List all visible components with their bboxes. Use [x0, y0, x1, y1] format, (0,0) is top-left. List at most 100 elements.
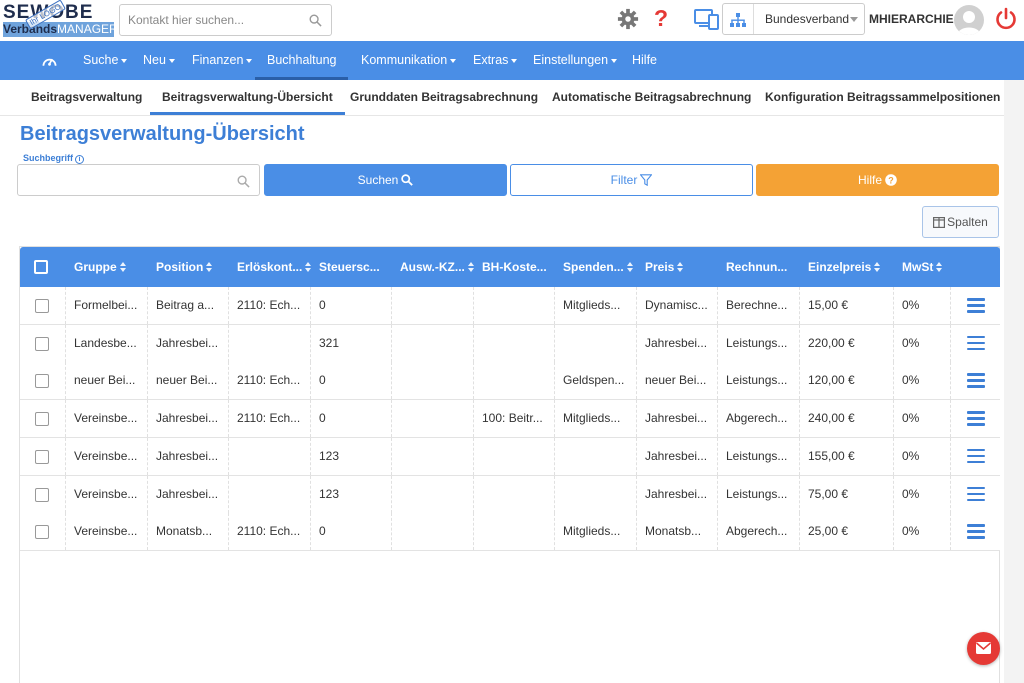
column-divider — [950, 437, 951, 475]
row-menu-icon[interactable] — [967, 486, 985, 502]
organization-select[interactable]: Bundesverband — [722, 3, 865, 35]
nav-neu[interactable]: Neu — [143, 41, 175, 80]
search-icon[interactable] — [309, 14, 322, 27]
message-button[interactable] — [967, 632, 1000, 665]
row-checkbox[interactable] — [35, 412, 49, 427]
devices-icon[interactable] — [694, 8, 720, 30]
search-term-input[interactable] — [18, 165, 228, 195]
column-divider — [310, 287, 311, 324]
search-term-field[interactable] — [17, 164, 260, 196]
column-divider — [636, 287, 637, 324]
column-divider — [147, 400, 148, 438]
column-divider — [473, 324, 474, 362]
column-divider — [893, 287, 894, 324]
table-row[interactable]: neuer Bei... neuer Bei... 2110: Ech... 0 Gel… — [20, 362, 1000, 401]
column-header-bh-kostenstelle[interactable]: BH-Koste... — [482, 247, 547, 287]
column-divider — [554, 437, 555, 475]
nav-buchhaltung[interactable]: Buchhaltung — [255, 41, 348, 80]
cell-bh-kostenstelle: 100: Beitr... — [482, 411, 543, 426]
tab-beitragsverwaltung-uebersicht[interactable]: Beitragsverwaltung-Übersicht — [150, 80, 345, 115]
column-divider — [391, 437, 392, 475]
columns-button[interactable]: Spalten — [922, 206, 999, 238]
tab-grunddaten-beitragsabrechnung[interactable]: Grunddaten Beitragsabrechnung — [350, 80, 538, 115]
tab-beitragsverwaltung[interactable]: Beitragsverwaltung — [31, 80, 142, 115]
column-header-spenden[interactable]: Spenden... — [563, 247, 634, 287]
scrollbar-track[interactable] — [1004, 80, 1024, 683]
cell-preis: Dynamisc... — [645, 298, 708, 312]
table-row[interactable]: Formelbei... Beitrag a... 2110: Ech... 0 Mit… — [20, 287, 1000, 325]
fees-table: Gruppe Position Erlöskont... Steuersc...… — [19, 246, 1000, 683]
power-icon[interactable] — [994, 7, 1018, 31]
row-menu-icon[interactable] — [967, 298, 985, 313]
column-divider — [717, 287, 718, 324]
row-menu-icon[interactable] — [967, 524, 985, 539]
filter-button[interactable]: Filter — [510, 164, 753, 196]
nav-extras[interactable]: Extras — [473, 41, 518, 80]
row-menu-icon[interactable] — [967, 335, 985, 351]
column-divider — [65, 324, 66, 362]
column-divider — [228, 287, 229, 324]
sewobe-logo[interactable]: SEWOBE VerbandsMANAGER Ihr LOGO — [3, 0, 118, 37]
column-divider — [799, 437, 800, 475]
column-header-gruppe[interactable]: Gruppe — [74, 247, 127, 287]
column-header-position[interactable]: Position — [156, 247, 213, 287]
column-header-einzelpreis[interactable]: Einzelpreis — [808, 247, 881, 287]
nav-hilfe[interactable]: Hilfe — [632, 41, 657, 80]
column-header-ausw-kz[interactable]: Ausw.-KZ... — [400, 247, 475, 287]
cell-preis: Jahresbei... — [645, 486, 708, 501]
column-divider — [636, 362, 637, 400]
table-header: Gruppe Position Erlöskont... Steuersc...… — [20, 247, 1000, 287]
column-divider — [636, 513, 637, 551]
dashboard-icon[interactable] — [42, 54, 57, 68]
username[interactable]: MHIERARCHIE — [869, 12, 954, 26]
cell-mwst: 0% — [902, 411, 920, 426]
row-checkbox[interactable] — [35, 299, 49, 313]
gear-icon[interactable] — [617, 8, 639, 30]
row-menu-icon[interactable] — [967, 373, 985, 388]
table-row[interactable]: Vereinsbe... Monatsb... 2110: Ech... 0 Mitgl… — [20, 513, 1000, 552]
column-divider — [799, 513, 800, 551]
help-question-icon[interactable]: ? — [654, 4, 668, 32]
search-button[interactable]: Suchen — [264, 164, 507, 196]
search-icon[interactable] — [237, 175, 250, 188]
row-checkbox[interactable] — [35, 449, 49, 464]
help-button[interactable]: Hilfe? — [756, 164, 999, 196]
avatar[interactable] — [954, 5, 984, 35]
nav-finanzen[interactable]: Finanzen — [192, 41, 253, 80]
sub-tabs: Beitragsverwaltung Beitragsverwaltung-Üb… — [0, 80, 1024, 116]
table-row[interactable]: Vereinsbe... Jahresbei... 123 Jahresbei... L… — [20, 437, 1000, 476]
column-divider — [391, 475, 392, 513]
column-divider — [893, 362, 894, 400]
row-checkbox[interactable] — [35, 487, 49, 502]
table-row[interactable]: Vereinsbe... Jahresbei... 2110: Ech... 0 100… — [20, 400, 1000, 439]
nav-suche[interactable]: Suche — [83, 41, 128, 80]
tab-automatische-beitragsabrechnung[interactable]: Automatische Beitragsabrechnung — [552, 80, 751, 115]
column-header-rechnung[interactable]: Rechnun... — [726, 247, 787, 287]
cell-spenden: Geldspen... — [563, 373, 625, 388]
table-row[interactable]: Landesbe... Jahresbei... 321 Jahresbei... Le… — [20, 324, 1000, 363]
nav-einstellungen[interactable]: Einstellungen — [533, 41, 618, 80]
column-header-erloeskonto[interactable]: Erlöskont... — [237, 247, 312, 287]
column-divider — [893, 513, 894, 551]
contact-search-field[interactable] — [119, 4, 332, 36]
cell-steuerschluessel: 321 — [319, 335, 340, 350]
nav-kommunikation[interactable]: Kommunikation — [361, 41, 457, 80]
contact-search-input[interactable] — [120, 5, 300, 35]
column-header-mwst[interactable]: MwSt — [902, 247, 943, 287]
row-checkbox[interactable] — [35, 374, 49, 389]
row-menu-icon[interactable] — [967, 411, 985, 426]
row-menu-icon[interactable] — [967, 448, 985, 464]
cell-mwst: 0% — [902, 524, 920, 539]
row-checkbox[interactable] — [35, 525, 49, 540]
tab-konfiguration-beitragssammelpositionen[interactable]: Konfiguration Beitragssammelpositionen — [765, 80, 1000, 115]
row-checkbox[interactable] — [35, 336, 49, 351]
column-header-preis[interactable]: Preis — [645, 247, 684, 287]
info-icon[interactable]: i — [75, 155, 85, 164]
cell-erloeskonto: 2110: Ech... — [237, 298, 301, 312]
cell-einzelpreis: 240,00 € — [808, 411, 855, 426]
select-all-checkbox[interactable] — [34, 260, 48, 274]
column-divider — [65, 513, 66, 551]
column-header-steuerschluessel[interactable]: Steuersc... — [319, 247, 380, 287]
table-row[interactable]: Vereinsbe... Jahresbei... 123 Jahresbei... L… — [20, 475, 1000, 514]
column-divider — [950, 362, 951, 400]
